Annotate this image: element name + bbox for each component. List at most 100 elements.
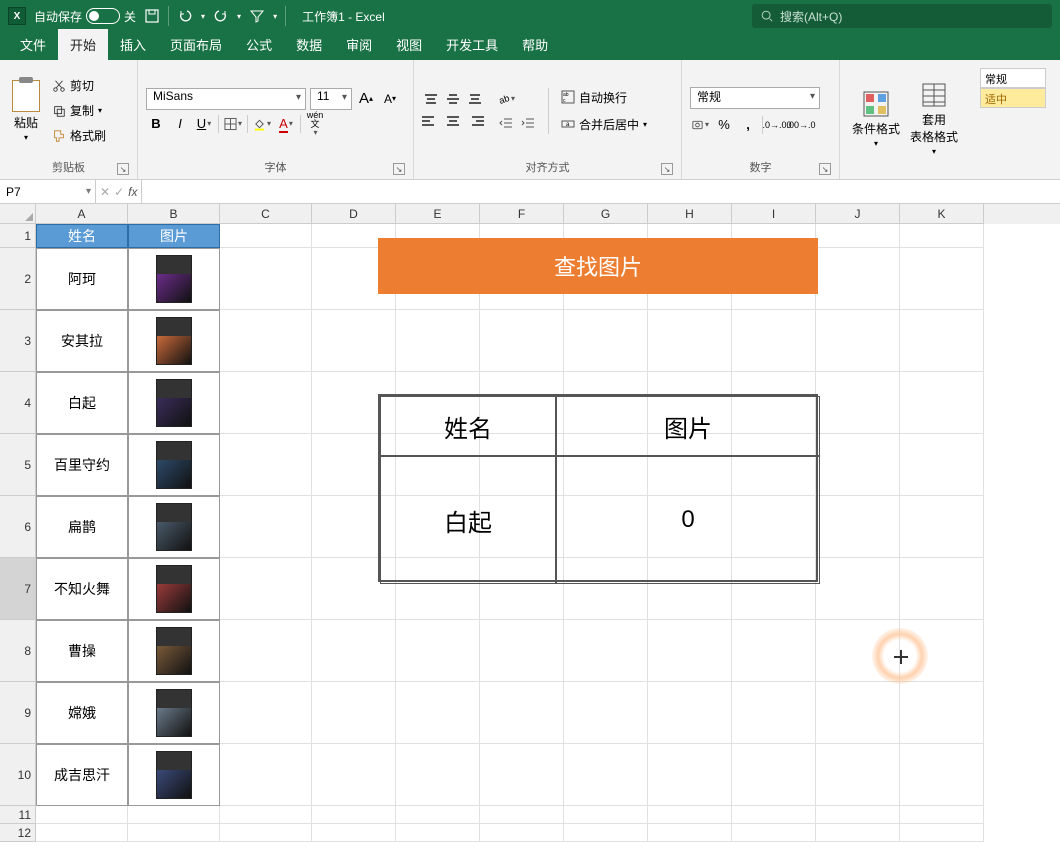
undo-dropdown-icon[interactable]: ▾ [201, 12, 205, 21]
row-header-5[interactable]: 5 [0, 434, 36, 496]
align-top-button[interactable] [422, 90, 440, 108]
font-color-button[interactable]: A [276, 114, 296, 134]
cell-I12[interactable] [732, 824, 816, 842]
data-pic-7[interactable] [128, 682, 220, 744]
col-header-F[interactable]: F [480, 204, 564, 224]
menu-公式[interactable]: 公式 [234, 29, 284, 60]
cell-I3[interactable] [732, 310, 816, 372]
dialog-launcher-icon[interactable]: ↘ [117, 163, 129, 175]
format-painter-button[interactable]: 格式刷 [50, 125, 108, 146]
row-header-10[interactable]: 10 [0, 744, 36, 806]
cell-F10[interactable] [480, 744, 564, 806]
menu-文件[interactable]: 文件 [8, 29, 58, 60]
comma-button[interactable]: , [738, 115, 758, 135]
cell-I11[interactable] [732, 806, 816, 824]
save-icon[interactable] [144, 8, 160, 24]
dialog-launcher-icon[interactable]: ↘ [819, 163, 831, 175]
cell-K11[interactable] [900, 806, 984, 824]
cell-K3[interactable] [900, 310, 984, 372]
cell-K6[interactable] [900, 496, 984, 558]
increase-decimal-button[interactable]: .0→.00 [767, 115, 787, 135]
data-name-8[interactable]: 成吉思汗 [36, 744, 128, 806]
menu-插入[interactable]: 插入 [108, 29, 158, 60]
cell-H11[interactable] [648, 806, 732, 824]
cell-E10[interactable] [396, 744, 480, 806]
cell-J10[interactable] [816, 744, 900, 806]
cell-J4[interactable] [816, 372, 900, 434]
row-header-6[interactable]: 6 [0, 496, 36, 558]
autosave-toggle[interactable]: 自动保存 关 [34, 8, 136, 25]
row-header-2[interactable]: 2 [0, 248, 36, 310]
cell-G9[interactable] [564, 682, 648, 744]
orientation-button[interactable]: ab [496, 89, 516, 109]
data-pic-5[interactable] [128, 558, 220, 620]
row-header-1[interactable]: 1 [0, 224, 36, 248]
menu-帮助[interactable]: 帮助 [510, 29, 560, 60]
worksheet-grid[interactable]: ABCDEFGHIJK 123456789101112 姓名图片阿珂安其拉白起百… [0, 204, 1060, 868]
redo-icon[interactable] [213, 8, 229, 24]
number-format-select[interactable]: 常规 [690, 87, 820, 109]
cell-B11[interactable] [128, 806, 220, 824]
cell-G8[interactable] [564, 620, 648, 682]
cell-I9[interactable] [732, 682, 816, 744]
wrap-text-button[interactable]: abc 自动换行 [559, 87, 649, 108]
border-button[interactable] [223, 114, 243, 134]
col-header-A[interactable]: A [36, 204, 128, 224]
cell-K1[interactable] [900, 224, 984, 248]
data-name-4[interactable]: 扁鹊 [36, 496, 128, 558]
cell-A11[interactable] [36, 806, 128, 824]
row-header-7[interactable]: 7 [0, 558, 36, 620]
cell-C5[interactable] [220, 434, 312, 496]
increase-font-button[interactable]: A▴ [356, 89, 376, 109]
fx-icon[interactable]: fx [128, 185, 137, 199]
filter-dropdown-icon[interactable]: ▾ [273, 12, 277, 21]
cell-C6[interactable] [220, 496, 312, 558]
cell-G3[interactable] [564, 310, 648, 372]
decrease-decimal-button[interactable]: .00→.0 [791, 115, 811, 135]
undo-icon[interactable] [177, 8, 193, 24]
align-right-button[interactable] [466, 112, 484, 130]
menu-视图[interactable]: 视图 [384, 29, 434, 60]
cell-E8[interactable] [396, 620, 480, 682]
cell-J12[interactable] [816, 824, 900, 842]
menu-审阅[interactable]: 审阅 [334, 29, 384, 60]
font-size-select[interactable]: 11 [310, 88, 352, 110]
cell-C8[interactable] [220, 620, 312, 682]
cancel-fx-icon[interactable]: ✕ [100, 185, 110, 199]
cell-F3[interactable] [480, 310, 564, 372]
cell-C3[interactable] [220, 310, 312, 372]
lookup-value-name[interactable]: 白起 [380, 456, 556, 584]
cell-G10[interactable] [564, 744, 648, 806]
col-header-K[interactable]: K [900, 204, 984, 224]
cell-J5[interactable] [816, 434, 900, 496]
merge-center-button[interactable]: a 合并后居中 ▾ [559, 114, 649, 135]
font-name-select[interactable]: MiSans [146, 88, 306, 110]
cell-J7[interactable] [816, 558, 900, 620]
cell-J2[interactable] [816, 248, 900, 310]
cell-H3[interactable] [648, 310, 732, 372]
data-name-3[interactable]: 百里守约 [36, 434, 128, 496]
menu-开发工具[interactable]: 开发工具 [434, 29, 510, 60]
filter-icon[interactable] [249, 8, 265, 24]
cell-J6[interactable] [816, 496, 900, 558]
cell-G11[interactable] [564, 806, 648, 824]
menu-页面布局[interactable]: 页面布局 [158, 29, 234, 60]
cell-G12[interactable] [564, 824, 648, 842]
enter-fx-icon[interactable]: ✓ [114, 185, 124, 199]
align-bottom-button[interactable] [466, 90, 484, 108]
cell-K9[interactable] [900, 682, 984, 744]
cell-J1[interactable] [816, 224, 900, 248]
cell-F11[interactable] [480, 806, 564, 824]
cell-D12[interactable] [312, 824, 396, 842]
align-middle-button[interactable] [444, 90, 462, 108]
decrease-font-button[interactable]: A▾ [380, 89, 400, 109]
increase-indent-button[interactable] [518, 113, 538, 133]
cell-D10[interactable] [312, 744, 396, 806]
cell-C4[interactable] [220, 372, 312, 434]
cell-D9[interactable] [312, 682, 396, 744]
cell-H9[interactable] [648, 682, 732, 744]
cut-button[interactable]: 剪切 [50, 75, 108, 96]
row-header-11[interactable]: 11 [0, 806, 36, 824]
style-normal[interactable]: 常规 [980, 68, 1046, 88]
col-header-H[interactable]: H [648, 204, 732, 224]
